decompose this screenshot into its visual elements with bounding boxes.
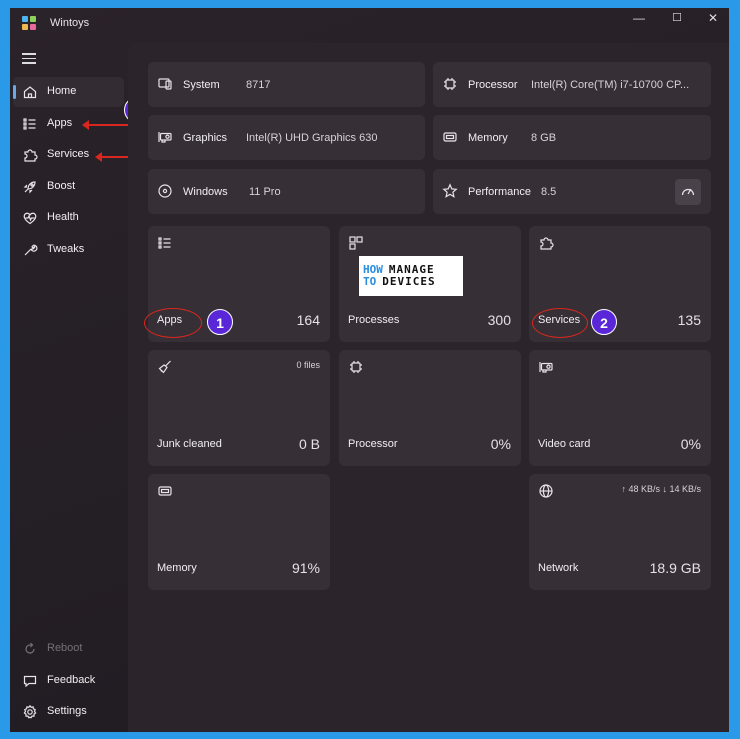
- sidebar-item-label: Tweaks: [47, 243, 85, 255]
- junk-files-count: 0 files: [296, 360, 320, 370]
- video-card-tile[interactable]: Video card 0%: [529, 350, 711, 466]
- wintoys-logo-icon: [22, 16, 36, 30]
- tile-label: Processes: [348, 314, 400, 326]
- broom-icon: [158, 360, 171, 374]
- tile-label: Video card: [538, 438, 591, 450]
- sidebar-item-tweaks[interactable]: Tweaks: [13, 235, 124, 265]
- sidebar-item-label: Boost: [47, 180, 76, 192]
- sidebar-item-feedback[interactable]: Feedback: [13, 666, 124, 696]
- sidebar-item-settings[interactable]: Settings: [13, 697, 124, 727]
- star-icon: [442, 183, 458, 198]
- gauge-icon: [681, 188, 695, 196]
- maximize-button[interactable]: ☐: [662, 10, 692, 26]
- rocket-icon: [23, 181, 36, 194]
- sidebar-item-label: Health: [47, 211, 79, 223]
- tile-label: Network: [538, 562, 579, 574]
- network-speed: ↑ 48 KB/s ↓ 14 KB/s: [621, 484, 701, 494]
- annotation-circle: [144, 308, 202, 338]
- tile-value: 0 B: [298, 436, 320, 452]
- info-label: Windows: [183, 186, 228, 198]
- tile-value: 91%: [291, 560, 320, 576]
- close-button[interactable]: ✕: [698, 10, 728, 26]
- tile-label: Memory: [157, 562, 197, 574]
- sidebar-item-label: Reboot: [47, 642, 83, 654]
- title-bar: Wintoys — ☐ ✕: [10, 8, 729, 40]
- puzzle-icon: [24, 149, 38, 162]
- system-info-card: System 8717: [148, 62, 425, 107]
- sidebar-item-services[interactable]: Services: [13, 140, 124, 170]
- processor-info-card: Processor Intel(R) Core(TM) i7-10700 CP.…: [433, 62, 711, 107]
- wrench-icon: [24, 244, 38, 256]
- performance-info-card: Performance 8.5: [433, 169, 711, 214]
- list-icon: [23, 118, 36, 130]
- sidebar-item-label: Services: [47, 148, 90, 160]
- network-tile[interactable]: ↑ 48 KB/s ↓ 14 KB/s Network 18.9 GB: [529, 474, 711, 590]
- tile-value: 300: [487, 312, 511, 328]
- howto-manage-devices-watermark-logo: HOW MANAGE TO DEVICES: [359, 256, 463, 296]
- heart-pulse-icon: [23, 212, 37, 225]
- memory-icon: [443, 132, 457, 142]
- annotation-arrow: [82, 120, 130, 130]
- windows-grid-icon: [349, 236, 363, 250]
- info-label: Performance: [468, 186, 531, 198]
- tile-value: 135: [677, 312, 701, 328]
- memory-tile[interactable]: Memory 91%: [148, 474, 330, 590]
- windows-info-card: Windows 11 Pro: [148, 169, 425, 214]
- info-label: Processor: [468, 79, 518, 91]
- info-value: Intel(R) UHD Graphics 630: [246, 132, 378, 144]
- annotation-badge: 2: [591, 309, 617, 335]
- memory-icon: [158, 486, 172, 496]
- tile-label: Junk cleaned: [157, 438, 222, 450]
- app-window: Wintoys — ☐ ✕ Home Apps Services Boost H…: [10, 8, 729, 732]
- sidebar-item-home[interactable]: Home: [13, 77, 124, 107]
- chip-icon: [350, 361, 362, 373]
- tile-value: 0%: [680, 436, 701, 452]
- tile-label: Processor: [348, 438, 398, 450]
- info-label: Memory: [468, 132, 508, 144]
- graphics-card-icon: [158, 132, 172, 143]
- disc-icon: [158, 184, 172, 198]
- sidebar-item-boost[interactable]: Boost: [13, 172, 124, 202]
- reboot-icon: [25, 642, 35, 654]
- graphics-info-card: Graphics Intel(R) UHD Graphics 630: [148, 115, 425, 160]
- home-icon: [23, 86, 37, 99]
- tile-value: 18.9 GB: [649, 560, 701, 576]
- info-label: Graphics: [183, 132, 228, 144]
- sidebar-item-label: Feedback: [47, 674, 96, 686]
- info-value: Intel(R) Core(TM) i7-10700 CP...: [531, 79, 690, 91]
- services-tile[interactable]: Services 135 2: [529, 226, 711, 342]
- performance-gauge-button[interactable]: [675, 179, 701, 205]
- sidebar-item-health[interactable]: Health: [13, 203, 124, 233]
- minimize-button[interactable]: —: [624, 10, 654, 26]
- processes-tile[interactable]: HOW MANAGE TO DEVICES Processes 300: [339, 226, 521, 342]
- tile-value: 0%: [490, 436, 511, 452]
- info-value: 8.5: [541, 186, 557, 198]
- app-title: Wintoys: [50, 17, 90, 29]
- annotation-badge: 1: [207, 309, 233, 335]
- processor-tile[interactable]: Processor 0%: [339, 350, 521, 466]
- info-label: System: [183, 79, 220, 91]
- annotation-circle: [532, 308, 588, 338]
- computer-icon: [158, 78, 172, 90]
- main-content: System 8717 Processor Intel(R) Core(TM) …: [128, 43, 729, 732]
- list-icon: [158, 237, 171, 249]
- puzzle-icon: [540, 237, 554, 250]
- graphics-card-icon: [539, 362, 553, 373]
- hamburger-menu-icon[interactable]: [22, 53, 36, 64]
- info-value: 8717: [246, 79, 271, 91]
- sidebar-item-label: Home: [47, 85, 77, 97]
- gear-icon: [23, 704, 37, 719]
- sidebar-item-label: Settings: [47, 705, 87, 717]
- globe-icon: [539, 484, 553, 498]
- tile-value: 164: [296, 312, 320, 328]
- junk-cleaned-tile[interactable]: 0 files Junk cleaned 0 B: [148, 350, 330, 466]
- chip-icon: [444, 78, 456, 90]
- info-value: 11 Pro: [249, 186, 281, 198]
- sidebar-item-reboot[interactable]: Reboot: [13, 634, 124, 664]
- apps-tile[interactable]: Apps 164 1: [144, 226, 330, 342]
- memory-info-card: Memory 8 GB: [433, 115, 711, 160]
- sidebar-item-label: Apps: [47, 117, 73, 129]
- feedback-icon: [23, 675, 37, 688]
- info-value: 8 GB: [531, 132, 557, 144]
